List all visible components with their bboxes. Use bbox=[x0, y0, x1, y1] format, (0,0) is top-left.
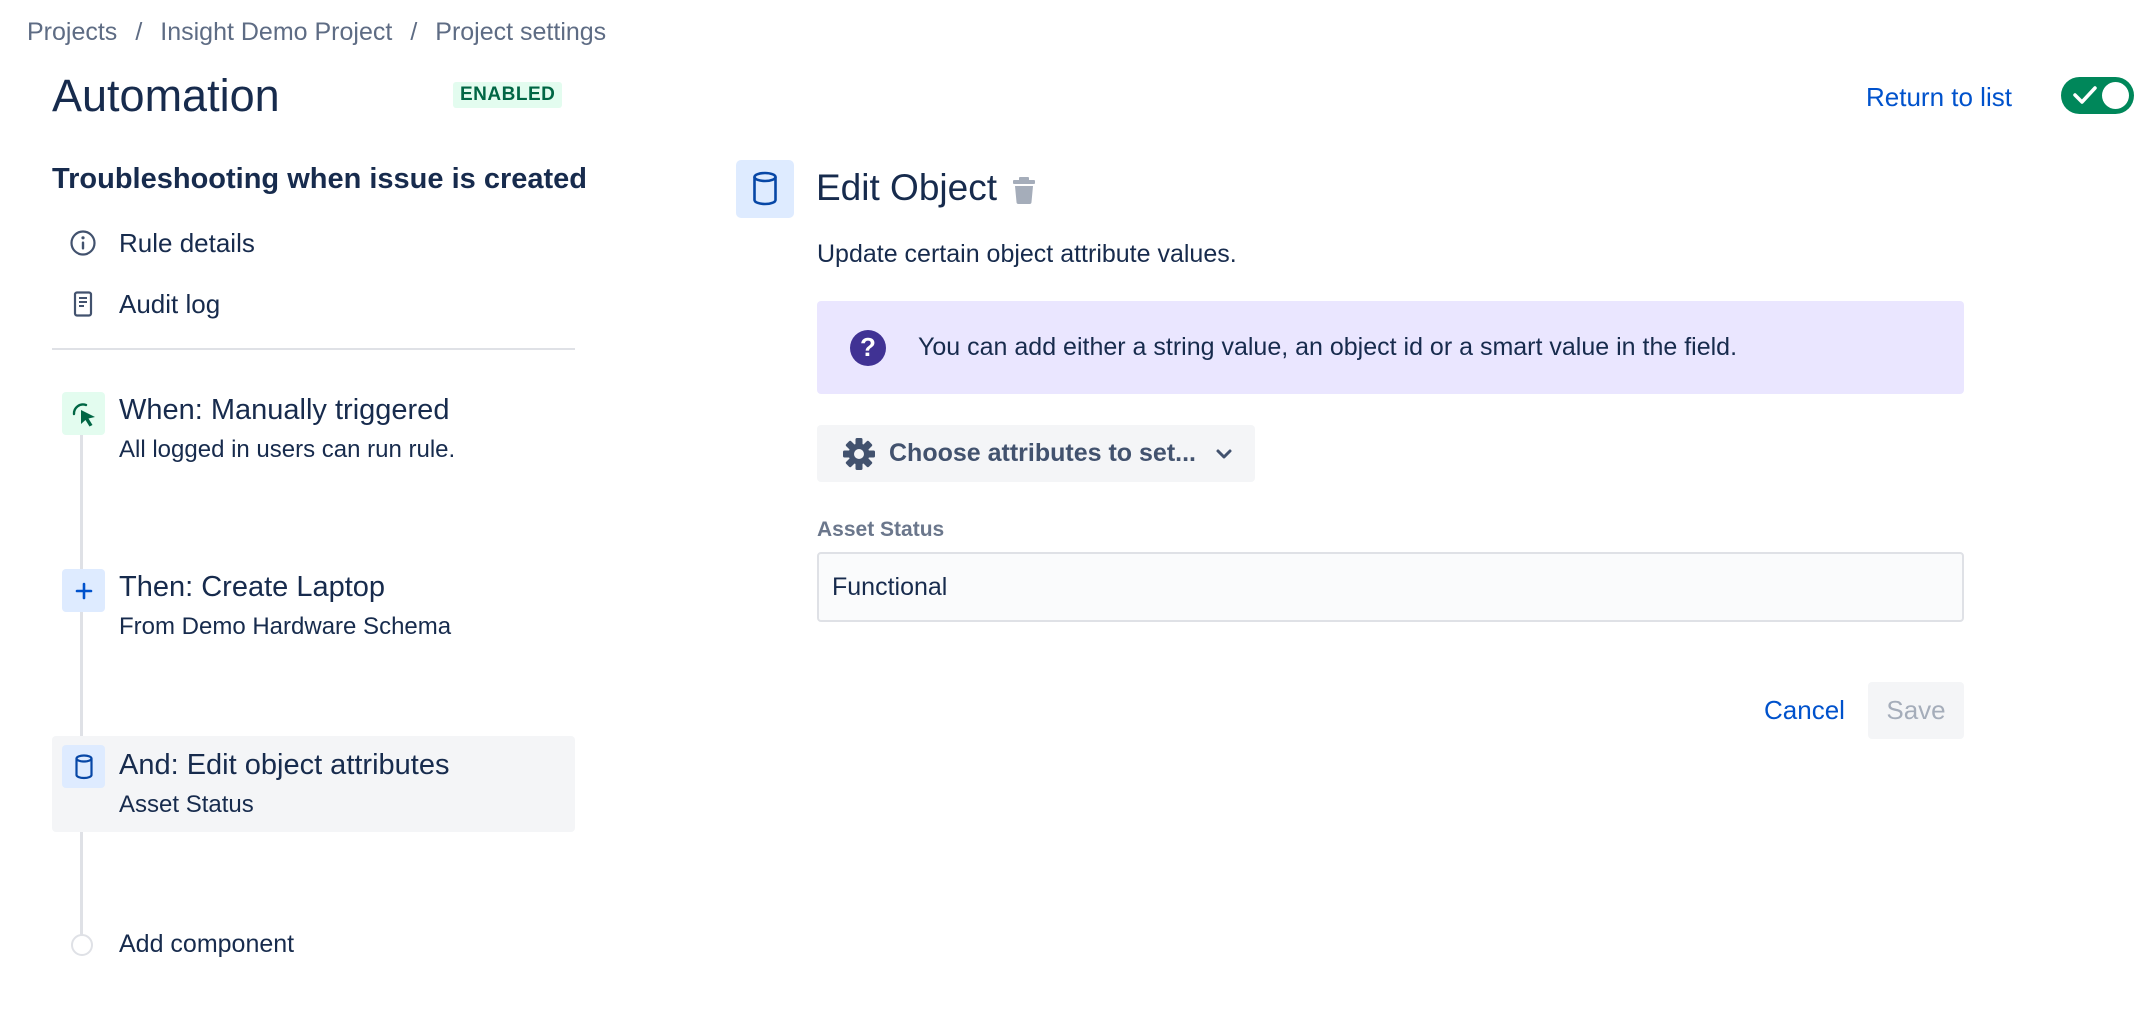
info-message-panel: ? You can add either a string value, an … bbox=[817, 301, 1964, 394]
editor-description: Update certain object attribute values. bbox=[817, 240, 1237, 268]
rule-name: Troubleshooting when issue is created bbox=[52, 163, 587, 195]
breadcrumb: Projects / Insight Demo Project / Projec… bbox=[27, 18, 606, 47]
check-icon bbox=[2073, 86, 2097, 104]
audit-log-icon bbox=[68, 289, 98, 319]
choose-attributes-button[interactable]: Choose attributes to set... bbox=[817, 425, 1255, 482]
step-title: Then: Create Laptop bbox=[119, 571, 386, 603]
rule-details-link[interactable]: Rule details bbox=[52, 218, 572, 268]
rule-details-label: Rule details bbox=[119, 227, 255, 258]
asset-status-input[interactable] bbox=[817, 552, 1964, 622]
object-icon bbox=[736, 160, 794, 218]
question-icon: ? bbox=[850, 329, 886, 366]
info-icon bbox=[68, 228, 98, 258]
step-title: When: Manually triggered bbox=[119, 394, 450, 426]
breadcrumb-separator: / bbox=[410, 18, 418, 46]
editor-title: Edit Object bbox=[816, 167, 997, 208]
add-component-dot bbox=[71, 934, 93, 956]
step-edit-object[interactable]: And: Edit object attributes Asset Status bbox=[52, 736, 575, 832]
cursor-trigger-icon bbox=[62, 392, 105, 435]
breadcrumb-project[interactable]: Insight Demo Project bbox=[160, 18, 392, 47]
audit-log-link[interactable]: Audit log bbox=[52, 279, 572, 329]
breadcrumb-separator: / bbox=[135, 18, 143, 46]
step-title: And: Edit object attributes bbox=[119, 749, 450, 781]
step-create-laptop[interactable]: Then: Create Laptop From Demo Hardware S… bbox=[52, 569, 575, 649]
breadcrumb-settings[interactable]: Project settings bbox=[435, 18, 606, 47]
asset-status-label: Asset Status bbox=[817, 518, 945, 541]
return-to-list-link[interactable]: Return to list bbox=[1866, 82, 2012, 113]
plus-icon bbox=[62, 569, 105, 612]
object-icon bbox=[62, 745, 105, 788]
step-subtitle: Asset Status bbox=[119, 791, 254, 818]
breadcrumb-projects[interactable]: Projects bbox=[27, 18, 117, 47]
add-component-label: Add component bbox=[119, 930, 295, 958]
step-subtitle: All logged in users can run rule. bbox=[119, 436, 456, 463]
add-component-button[interactable]: Add component bbox=[52, 925, 452, 965]
page-title: Automation bbox=[52, 70, 280, 121]
choose-attributes-label: Choose attributes to set... bbox=[889, 439, 1196, 467]
trash-icon[interactable] bbox=[1010, 175, 1038, 205]
save-button[interactable]: Save bbox=[1868, 682, 1964, 739]
audit-log-label: Audit log bbox=[119, 288, 221, 319]
info-message: You can add either a string value, an ob… bbox=[918, 333, 1738, 361]
chevron-down-icon bbox=[1216, 449, 1232, 458]
step-subtitle: From Demo Hardware Schema bbox=[119, 613, 452, 640]
cancel-button[interactable]: Cancel bbox=[1750, 682, 1859, 739]
timeline-connector bbox=[80, 430, 83, 940]
sidebar-divider bbox=[52, 348, 575, 350]
status-badge: ENABLED bbox=[453, 82, 563, 108]
toggle-knob bbox=[2102, 82, 2129, 109]
gear-icon bbox=[843, 437, 875, 470]
rule-enabled-toggle[interactable] bbox=[2061, 77, 2134, 114]
step-trigger[interactable]: When: Manually triggered All logged in u… bbox=[52, 392, 575, 472]
